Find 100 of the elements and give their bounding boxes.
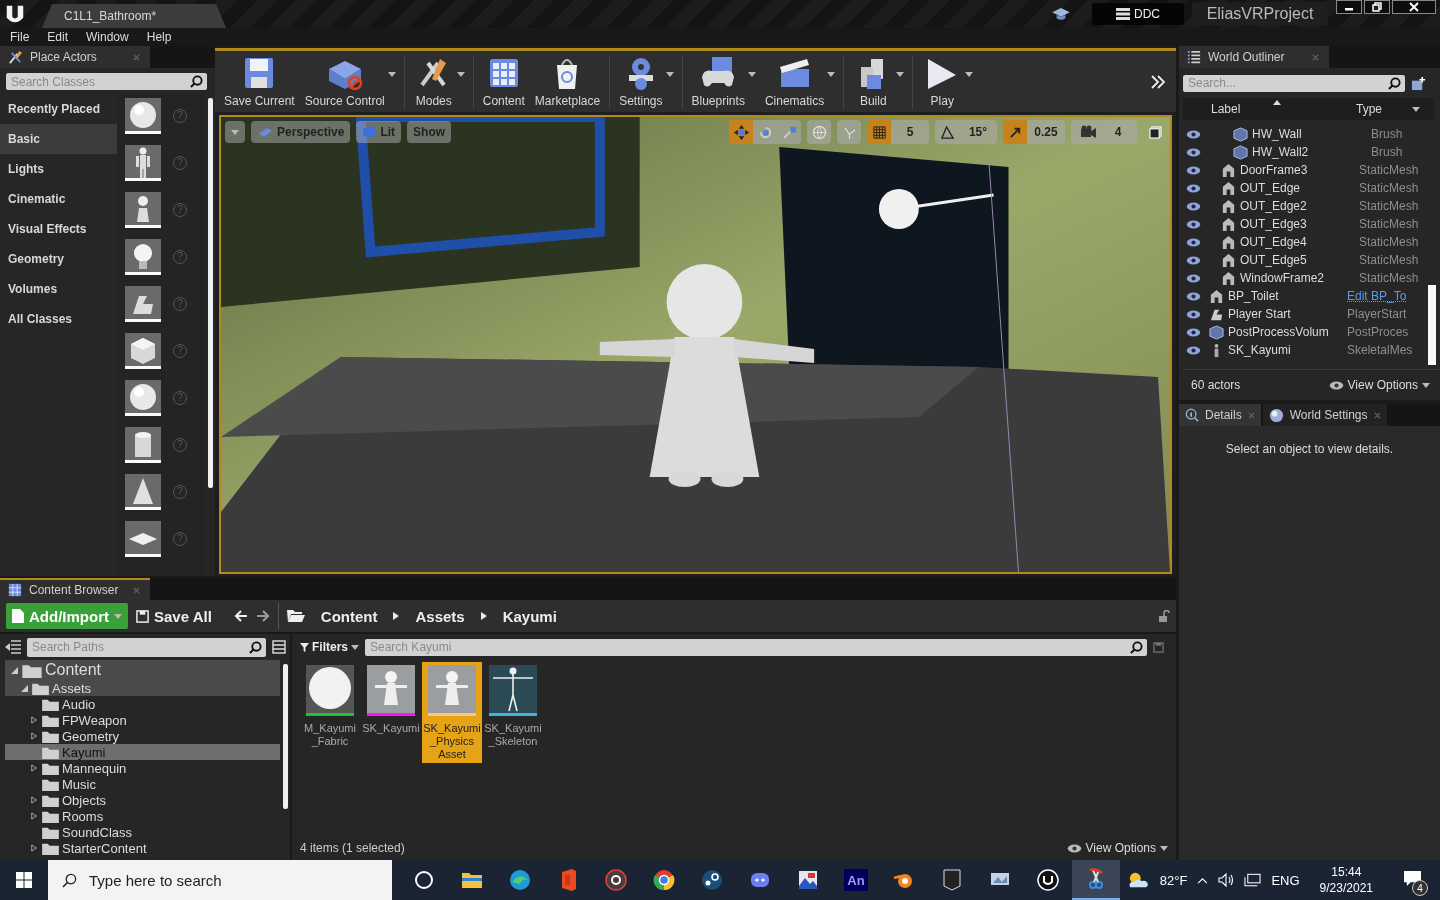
outliner-row[interactable]: OUT_Edge4 StaticMesh — [1183, 233, 1428, 251]
ring-icon[interactable] — [412, 868, 436, 892]
add-folder-icon[interactable] — [1411, 75, 1426, 91]
folder-tree-item[interactable]: Objects — [5, 792, 280, 808]
windows-start-icon[interactable] — [16, 872, 32, 888]
toolbar-button[interactable]: Cinematics — [759, 53, 830, 110]
scrollbar-thumb[interactable] — [282, 664, 288, 809]
category-tab[interactable]: Visual Effects — [0, 214, 117, 244]
folder-tree-item[interactable]: Music — [5, 776, 280, 792]
search-field[interactable]: Search Kayumi — [365, 638, 1147, 656]
view-options-button[interactable]: View Options — [1066, 841, 1168, 855]
folder-tree-item[interactable]: Rooms — [5, 808, 280, 824]
panel-tab[interactable]: World Outliner — [1179, 46, 1329, 68]
chevron-up-icon[interactable] — [1197, 876, 1209, 884]
eye-icon[interactable] — [1186, 291, 1201, 301]
eye-icon[interactable] — [1186, 273, 1201, 283]
app-tile[interactable]: An — [844, 869, 868, 891]
eye-icon[interactable] — [1186, 237, 1201, 247]
category-tab[interactable]: Cinematic — [0, 184, 117, 214]
close-icon[interactable] — [1373, 411, 1381, 419]
list-view-icon[interactable] — [272, 640, 286, 654]
eye-icon[interactable] — [1186, 147, 1201, 157]
save-all-button[interactable]: Save All — [136, 607, 212, 625]
outliner-row[interactable]: WindowFrame2 StaticMesh — [1183, 269, 1428, 287]
view-options-button[interactable]: View Options — [1328, 378, 1430, 392]
eye-icon[interactable] — [1186, 183, 1201, 193]
disc-icon[interactable] — [604, 868, 628, 892]
eye-icon[interactable] — [1186, 255, 1201, 265]
eye-icon[interactable] — [1186, 345, 1201, 355]
eye-icon[interactable] — [1186, 201, 1201, 211]
maximize-viewport-icon[interactable] — [1149, 126, 1162, 139]
search-field[interactable]: Search... — [1183, 74, 1405, 92]
graduation-cap-icon[interactable] — [1052, 7, 1070, 21]
toolbar-button[interactable]: Source Control — [299, 53, 390, 110]
folder-tree-item[interactable]: FPWeapon — [5, 712, 280, 728]
ddc-button[interactable]: DDC — [1092, 3, 1184, 25]
outliner-row[interactable]: BP_Toilet Edit BP_To — [1183, 287, 1428, 305]
double-chevron-icon[interactable] — [1150, 73, 1166, 90]
weather-temperature[interactable]: 82°F — [1159, 872, 1188, 888]
scrollbar-thumb[interactable] — [207, 98, 213, 488]
breadcrumb-item[interactable]: Kayumi — [502, 607, 557, 625]
outliner-row[interactable]: DoorFrame3 StaticMesh — [1183, 161, 1428, 179]
forward-arrow-icon[interactable] — [255, 610, 270, 622]
shield-icon[interactable] — [940, 868, 964, 892]
asset-tile[interactable]: M_Kayumi _Fabric — [300, 662, 360, 750]
panel-tab[interactable]: Content Browser — [0, 578, 150, 600]
eye-icon[interactable] — [1186, 219, 1201, 229]
toolbar-button[interactable]: Build — [848, 53, 899, 110]
wave-icon[interactable] — [508, 868, 532, 892]
menu-item[interactable]: Window — [86, 30, 129, 44]
outliner-row[interactable]: OUT_Edge3 StaticMesh — [1183, 215, 1428, 233]
eye-icon[interactable] — [1186, 129, 1201, 139]
eye-icon[interactable] — [1186, 327, 1201, 337]
toolbar-button[interactable]: Modes — [408, 53, 459, 110]
clock[interactable]: 15:44 9/23/2021 — [1319, 864, 1373, 896]
picture-icon[interactable] — [796, 868, 820, 892]
category-tab[interactable]: Lights — [0, 154, 117, 184]
toolbar-button[interactable]: Play — [917, 53, 968, 110]
category-tab[interactable]: Recently Placed — [0, 94, 117, 124]
folder-tree-item[interactable]: Assets — [5, 680, 280, 696]
taskbar-search-field[interactable]: Type here to search — [48, 860, 392, 900]
search-field[interactable]: Search Paths — [27, 637, 266, 657]
outliner-row[interactable]: HW_Wall Brush — [1183, 125, 1428, 143]
panel-tab[interactable]: World Settings — [1262, 404, 1387, 426]
folder-tree-item[interactable]: StarterContent — [5, 840, 280, 856]
unreal-logo-icon[interactable] — [1036, 868, 1060, 892]
viewport-menu-button[interactable] — [225, 121, 245, 143]
close-button[interactable] — [1392, 0, 1436, 14]
steam-icon[interactable] — [700, 868, 724, 892]
edit-blueprint-link[interactable]: Edit BP_To — [1347, 289, 1407, 303]
asset-tile[interactable]: SK_Kayumi _Skeleton — [483, 662, 543, 750]
asset-tile[interactable]: SK_Kayumi _Physics Asset — [422, 662, 482, 763]
toolbar-button[interactable]: Content — [477, 53, 530, 110]
browser-ball-icon[interactable] — [652, 868, 676, 892]
category-tab[interactable]: All Classes — [0, 304, 117, 334]
breadcrumb-item[interactable]: Content — [320, 607, 378, 625]
search-field[interactable]: Search Paths — [32, 640, 249, 654]
eye-icon[interactable] — [1186, 165, 1201, 175]
search-field[interactable]: Search... — [1188, 76, 1388, 90]
outliner-row[interactable]: Player Start PlayerStart — [1183, 305, 1428, 323]
network-monitor-icon[interactable] — [1244, 873, 1262, 887]
unlocked-padlock-icon[interactable] — [1158, 610, 1170, 622]
search-field[interactable]: Search Kayumi — [370, 640, 1130, 654]
search-field[interactable]: Search Classes — [11, 74, 190, 89]
asset-tile[interactable]: SK_Kayumi — [361, 662, 421, 737]
scrollbar-thumb[interactable] — [1428, 285, 1436, 365]
folder-tree-item[interactable]: SoundClass — [5, 824, 280, 840]
toolbar-button[interactable]: Save Current — [219, 53, 300, 110]
folder-tree-item[interactable]: Content — [5, 660, 280, 680]
outliner-row[interactable]: OUT_Edge StaticMesh — [1183, 179, 1428, 197]
outliner-row[interactable]: HW_Wall2 Brush — [1183, 143, 1428, 161]
speaker-icon[interactable] — [1218, 873, 1235, 887]
scale-snap-button[interactable] — [1003, 120, 1027, 144]
outliner-row[interactable]: SK_Kayumi SkeletalMes — [1183, 341, 1428, 359]
column-header[interactable]: Type — [1356, 102, 1412, 116]
move-tool-button[interactable] — [729, 120, 753, 144]
menu-item[interactable]: File — [10, 30, 30, 44]
category-tab[interactable]: Volumes — [0, 274, 117, 304]
panel-tab[interactable]: Place Actors — [0, 46, 150, 68]
back-arrow-icon[interactable] — [233, 610, 248, 622]
